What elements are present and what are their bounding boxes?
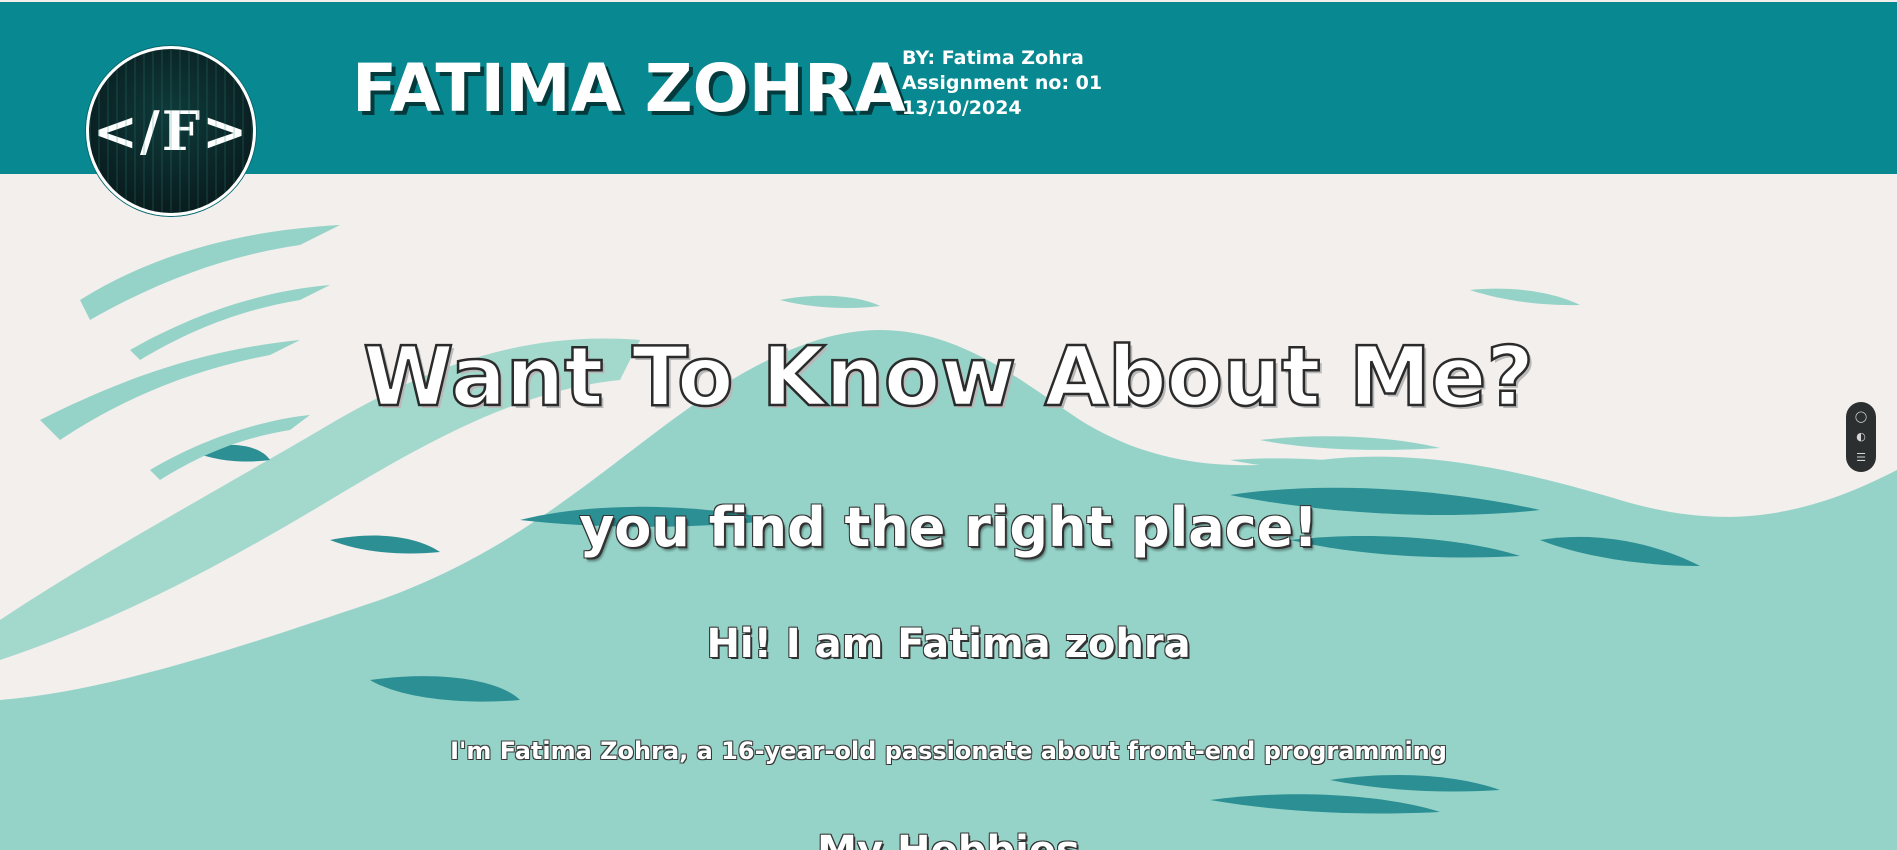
hobbies-heading: My Hobbies xyxy=(0,828,1897,850)
floating-toolbar: ◯ ◐ ☰ xyxy=(1846,402,1876,472)
toggle-icon[interactable]: ◐ xyxy=(1856,431,1866,443)
site-title: FATIMA ZOHRA xyxy=(352,50,906,127)
meta-date: 13/10/2024 xyxy=(902,97,1022,119)
hero-heading: Want To Know About Me? xyxy=(362,329,1535,427)
meta-assignment: Assignment no: 01 xyxy=(902,72,1103,94)
intro-paragraph: I'm Fatima Zohra, a 16-year-old passiona… xyxy=(450,737,1447,765)
greeting-heading: Hi! I am Fatima zohra xyxy=(706,621,1191,667)
chat-icon[interactable]: ◯ xyxy=(1855,410,1867,423)
logo[interactable]: </F> xyxy=(86,46,256,216)
page: </F> FATIMA ZOHRA BY: Fatima Zohra Assig… xyxy=(0,0,1897,850)
meta-author: BY: Fatima Zohra xyxy=(902,47,1084,69)
settings-icon[interactable]: ☰ xyxy=(1856,451,1866,464)
logo-text: </F> xyxy=(92,99,250,163)
hero-subheading: you find the right place! xyxy=(579,496,1318,559)
assignment-meta: BY: Fatima Zohra Assignment no: 01 13/10… xyxy=(902,46,1102,121)
